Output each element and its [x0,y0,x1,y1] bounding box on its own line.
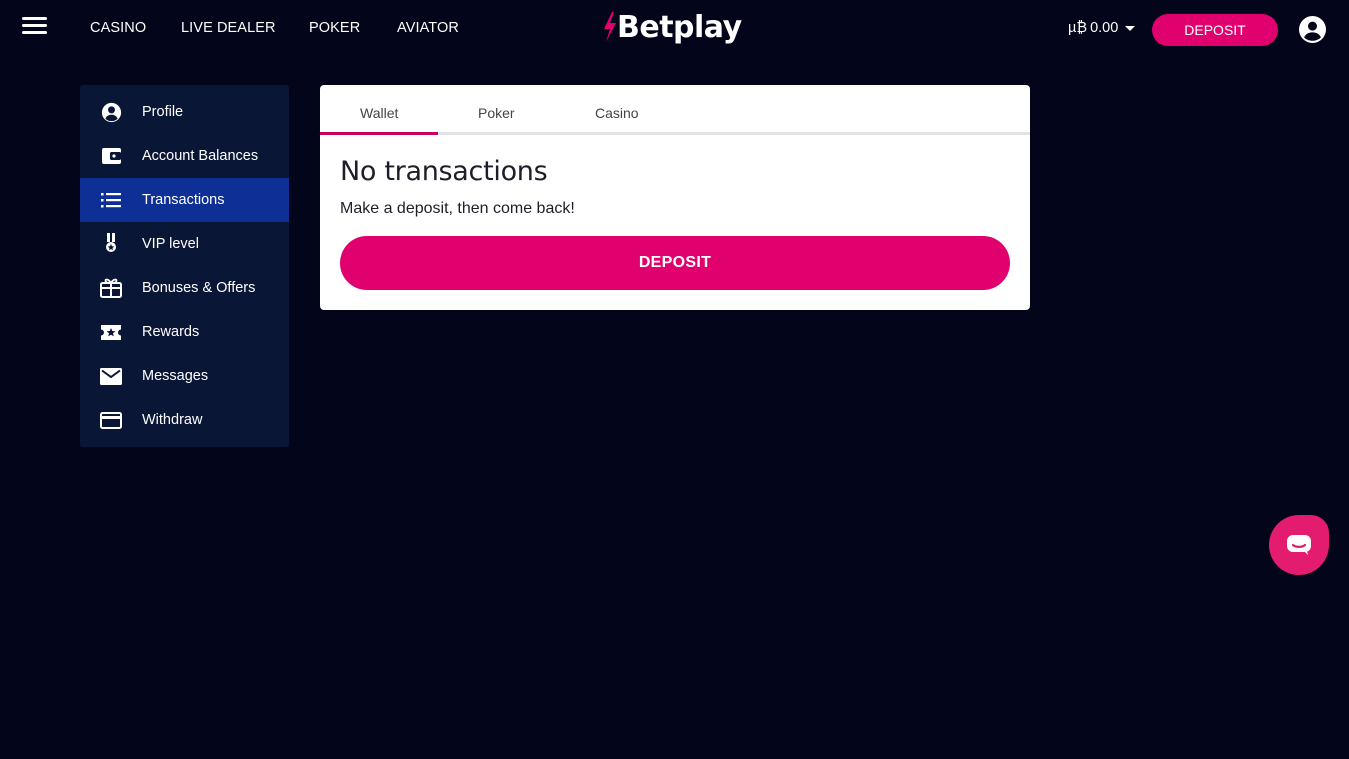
transactions-card: Wallet Poker Casino No transactions Make… [320,85,1030,310]
sidebar-label-rewards: Rewards [142,324,200,340]
tab-wallet[interactable]: Wallet [360,105,398,121]
sidebar-item-profile[interactable]: Profile [80,90,289,134]
logo[interactable]: Betplay [603,8,742,46]
user-circle-icon [100,101,122,123]
medal-icon [100,233,122,255]
tab-poker[interactable]: Poker [478,105,515,121]
deposit-button[interactable]: DEPOSIT [340,236,1010,290]
nav-aviator[interactable]: AVIATOR [397,20,459,36]
lightning-icon [604,12,616,42]
nav-poker[interactable]: POKER [309,20,360,36]
balance-value: 0.00 [1090,20,1119,36]
caret-down-icon [1125,25,1136,31]
wallet-icon [100,145,122,167]
nav-casino[interactable]: CASINO [90,20,146,36]
credit-card-icon [100,409,122,431]
empty-state-message: Make a deposit, then come back! [340,200,575,217]
sidebar-label-transactions: Transactions [142,192,225,208]
sidebar-item-messages[interactable]: Messages [80,354,289,398]
gift-icon [100,277,122,299]
account-sidebar: Profile Account Balances Transactions VI… [80,85,289,447]
top-header: CASINO LIVE DEALER POKER AVIATOR Betplay… [0,0,1349,56]
sidebar-label-messages: Messages [142,368,209,384]
active-tab-indicator [320,132,438,135]
hamburger-menu-icon[interactable] [22,17,48,39]
nav-live-dealer[interactable]: LIVE DEALER [181,20,276,36]
empty-state-title: No transactions [340,156,548,187]
balance-selector[interactable]: µ₿ 0.00 [1068,20,1136,36]
list-icon [100,189,122,211]
chat-icon [1287,535,1311,555]
sidebar-item-account-balances[interactable]: Account Balances [80,134,289,178]
user-account-icon[interactable] [1299,16,1326,43]
chat-widget-button[interactable] [1269,515,1329,575]
logo-text: Betplay [617,9,742,45]
currency-symbol: µ₿ [1068,20,1088,36]
tab-casino[interactable]: Casino [595,105,639,121]
sidebar-label-profile: Profile [142,104,184,120]
ticket-star-icon [100,321,122,343]
sidebar-label-vip-level: VIP level [142,236,199,252]
mail-icon [100,365,122,387]
sidebar-item-withdraw[interactable]: Withdraw [80,398,289,442]
sidebar-label-account-balances: Account Balances [142,148,259,164]
transaction-tabs: Wallet Poker Casino [320,85,1030,135]
sidebar-label-bonuses-offers: Bonuses & Offers [142,280,256,296]
header-deposit-button[interactable]: DEPOSIT [1152,14,1278,46]
sidebar-item-vip-level[interactable]: VIP level [80,222,289,266]
sidebar-label-withdraw: Withdraw [142,412,203,428]
sidebar-item-bonuses-offers[interactable]: Bonuses & Offers [80,266,289,310]
sidebar-item-transactions[interactable]: Transactions [80,178,289,222]
sidebar-item-rewards[interactable]: Rewards [80,310,289,354]
